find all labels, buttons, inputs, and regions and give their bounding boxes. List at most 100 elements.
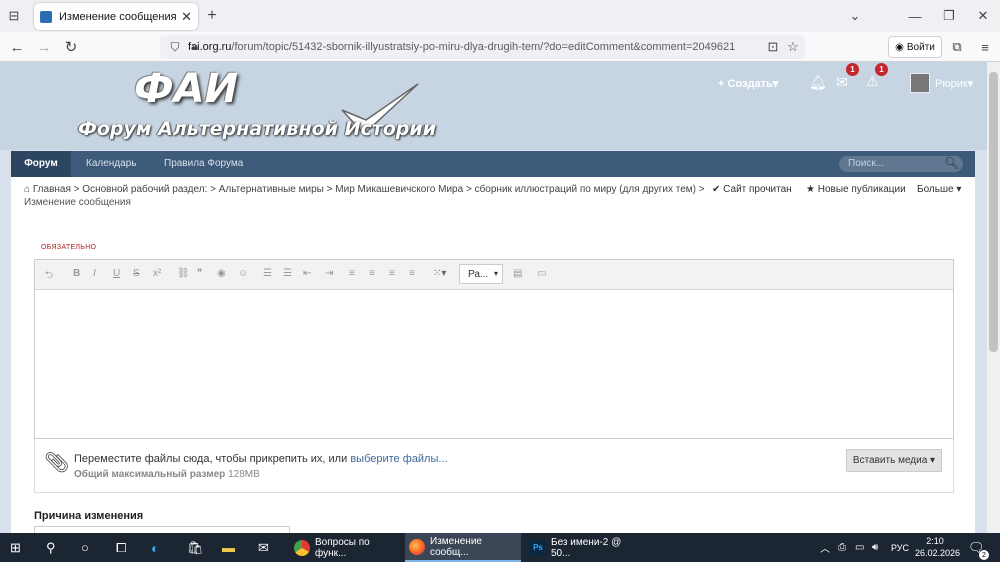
forward-icon[interactable]: → [35,38,53,56]
menu-item-rules[interactable]: Правила Форума [164,151,243,177]
app-menu-icon[interactable]: ≡ [978,40,992,55]
breadcrumb-item[interactable]: Основной рабочий раздел: [82,184,207,195]
choose-files-link[interactable]: выберите файлы... [350,453,447,465]
photoshop-icon: Ps [530,539,546,556]
source-icon[interactable]: ▤ [513,268,522,279]
extensions-icon[interactable]: ⧉ [950,39,964,54]
emoji-icon[interactable]: ☺ [238,268,248,279]
clock-date: 26.02.2026 [915,548,961,558]
taskbar-clock[interactable]: 2:10 26.02.2026 [915,535,961,559]
align-justify-icon[interactable]: ≡ [409,268,415,279]
minimize-icon[interactable]: — [908,8,922,24]
store-icon[interactable]: 🛍︎ [187,533,204,562]
attachment-dropzone[interactable] [34,439,954,493]
start-icon[interactable]: ⊞ [10,533,21,562]
close-window-icon[interactable]: ✕ [976,8,990,24]
new-tab-icon[interactable]: + [204,7,220,24]
site-logo-subtitle[interactable]: Форум Альтернативной Истории [78,118,436,140]
taskbar-search-icon[interactable]: ⚲ [46,533,56,562]
preview-icon[interactable]: ▭ [537,268,546,279]
url-path: /forum/topic/51432-sbornik-illyustratsiy… [231,41,736,53]
network-icon[interactable]: ▭ [855,533,864,562]
main-menu: Форум Календарь Правила Форума [11,151,975,177]
paragraph-format-value: Ра... [468,269,489,280]
create-button[interactable]: + Создать▾ [718,77,778,90]
site-logo-title[interactable]: ФАИ [134,66,238,112]
spoiler-eye-icon[interactable]: ◉ [217,268,226,279]
chevron-down-icon[interactable]: ⌄ [848,8,862,24]
mark-read-label: Сайт прочитан [723,184,792,195]
breadcrumb-item[interactable]: Альтернативные миры [219,184,324,195]
shield-icon[interactable]: ⛉ [168,40,182,54]
user-menu[interactable]: Рюрик▾ [935,77,973,90]
insert-media-button[interactable]: Вставить медиа ▾ [846,449,942,472]
user-name: Рюрик [935,78,968,90]
paperclip-icon: 📎︎ [44,452,70,474]
taskbar-app-label: Без имени-2 @ 50... [551,536,622,559]
tab-list-icon[interactable]: ⊟ [6,8,22,24]
close-tab-icon[interactable]: ✕ [181,9,192,25]
new-posts-label: Новые публикации [817,184,906,195]
url-bar[interactable]: fai.org.ru/forum/topic/51432-sbornik-ill… [160,35,805,59]
signin-button[interactable]: ◉ Войти [888,36,942,58]
scrollbar-thumb[interactable] [989,72,998,352]
edge-icon[interactable]: ◐ [151,533,159,562]
align-left-icon[interactable]: ≡ [349,268,355,279]
cortana-icon[interactable]: ○ [81,533,89,562]
avatar[interactable] [910,73,930,93]
tab-title: Изменение сообщения - сбор [59,10,177,23]
breadcrumb-item[interactable]: Главная [33,184,71,195]
bullet-list-icon[interactable]: ☰ [263,268,272,279]
more-options-icon[interactable]: ⁙▾ [433,268,446,279]
superscript-icon[interactable]: x² [153,268,161,279]
signin-label: Войти [906,41,935,53]
messages-badge: 1 [846,63,859,76]
caret-down-icon: ▾ [927,455,936,466]
alerts-warning-icon[interactable]: ⚠ [866,73,879,90]
indent-icon[interactable]: ⇥ [325,268,333,279]
taskbar-app-chrome[interactable]: Вопросы по функ... [290,533,402,562]
taskbar-app-photoshop[interactable]: Ps Без имени-2 @ 50... [526,533,638,562]
browser-tab[interactable]: Изменение сообщения - сбор ✕ [34,3,198,30]
search-icon[interactable]: 🔍︎ [944,156,959,170]
restore-icon[interactable]: ❐ [942,8,956,24]
italic-icon[interactable]: I [93,268,96,279]
folder-icon[interactable]: ▬ [222,533,235,562]
mark-read-link[interactable]: ✔ Сайт прочитан [712,184,792,195]
align-right-icon[interactable]: ≡ [389,268,395,279]
insert-media-label: Вставить медиа [852,455,928,466]
language-indicator[interactable]: РУС [891,533,909,562]
numbered-list-icon[interactable]: ☰ [283,268,292,279]
outdent-icon[interactable]: ⇤ [303,268,311,279]
lock-icon[interactable]: 🔒︎ [188,40,202,54]
messages-envelope-icon[interactable]: ✉ [836,74,848,91]
underline-icon[interactable]: U [113,268,120,279]
notifications-bell-icon[interactable]: 🔔︎ [809,74,827,91]
breadcrumb-item[interactable]: Мир Микашевичского Мира [335,184,463,195]
strikethrough-icon[interactable]: S [133,268,140,279]
menu-item-forum[interactable]: Форум [11,151,71,177]
reader-view-icon[interactable]: ⊡ [766,39,780,54]
volume-icon[interactable]: 🔊︎ [872,533,878,562]
paragraph-format-select[interactable]: Ра... ▾ [459,264,503,284]
breadcrumb-item[interactable]: сборник иллюстраций по миру (для других … [475,184,696,195]
meet-icon[interactable]: ⎙ [838,533,846,562]
link-icon[interactable]: ⛓ [177,268,190,279]
align-center-icon[interactable]: ≡ [369,268,375,279]
quote-icon[interactable]: ❞ [197,268,202,279]
new-posts-link[interactable]: ★ Новые публикации [806,184,906,195]
taskbar-app-firefox[interactable]: Изменение сообщ... [405,533,521,562]
bold-icon[interactable]: B [73,268,80,279]
task-view-icon[interactable]: ⧠ [116,533,126,562]
mail-icon[interactable]: ✉ [258,533,269,562]
tray-chevron-up-icon[interactable]: ︿ [820,533,830,562]
firefox-icon [409,538,425,555]
more-link[interactable]: Больше ▾ [917,184,961,195]
caret-down-icon: ▾ [953,184,962,195]
undo-icon[interactable]: ⮌ [45,268,53,285]
bookmark-star-icon[interactable]: ☆ [786,39,800,54]
back-icon[interactable]: ← [8,38,26,56]
reload-icon[interactable]: ↻ [62,38,80,56]
site-favicon-icon [40,10,52,23]
menu-item-calendar[interactable]: Календарь [86,151,136,177]
